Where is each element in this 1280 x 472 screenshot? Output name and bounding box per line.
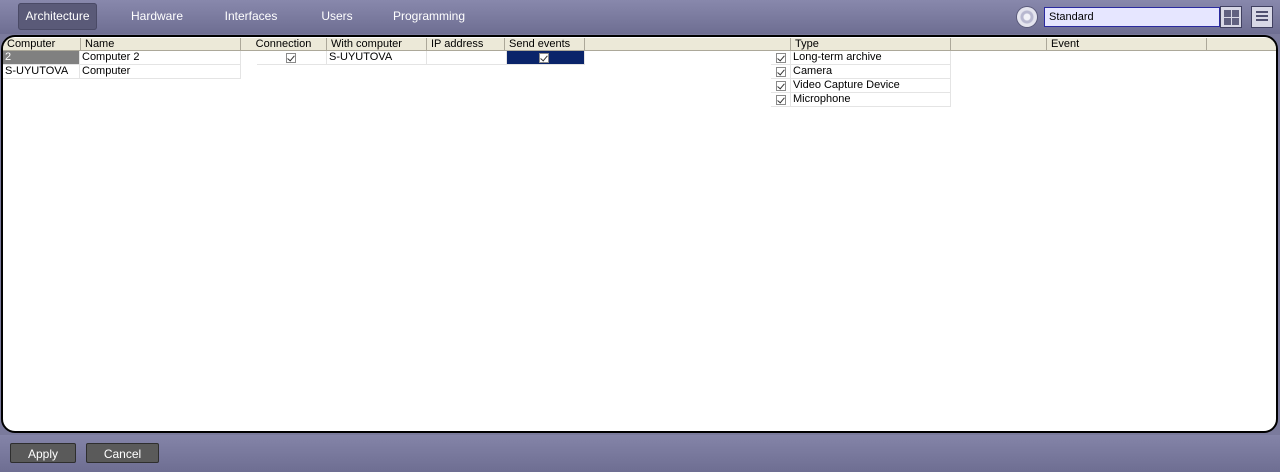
tab-users[interactable]: Users: [312, 3, 362, 30]
tab-programming[interactable]: Programming: [390, 3, 468, 30]
event-checkbox[interactable]: [776, 67, 786, 77]
computer-id-cell[interactable]: 2: [3, 51, 80, 65]
event-check-cell[interactable]: [771, 79, 791, 93]
top-toolbar: Architecture Hardware Interfaces Users P…: [0, 0, 1280, 34]
header-connection[interactable]: Connection: [241, 38, 327, 51]
header-send-events[interactable]: Send events: [505, 38, 585, 51]
header-type[interactable]: Type: [791, 38, 951, 51]
connection-cell[interactable]: [257, 51, 327, 65]
gear-icon[interactable]: [1017, 7, 1037, 27]
event-checkbox[interactable]: [776, 95, 786, 105]
header-with-computer[interactable]: With computer: [327, 38, 427, 51]
event-type-cell[interactable]: Video Capture Device: [791, 79, 951, 93]
computer-name-cell[interactable]: Computer: [80, 65, 241, 79]
header-ip-address[interactable]: IP address: [427, 38, 505, 51]
tab-architecture[interactable]: Architecture: [18, 3, 97, 30]
header-name[interactable]: Name: [81, 38, 241, 51]
architecture-panel: Computer Name 2 Computer 2 S-UYUTOVA Com…: [1, 35, 1278, 433]
grid-icon[interactable]: [1220, 6, 1242, 28]
tab-interfaces[interactable]: Interfaces: [218, 3, 284, 30]
with-computer-cell[interactable]: S-UYUTOVA: [327, 51, 427, 65]
event-check-cell[interactable]: [771, 51, 791, 65]
ip-address-cell[interactable]: [427, 51, 507, 65]
computer-name-cell[interactable]: Computer 2: [80, 51, 241, 65]
event-type-cell[interactable]: Microphone: [791, 93, 951, 107]
send-events-checkbox[interactable]: [539, 53, 549, 63]
header-filler: [1207, 38, 1276, 51]
connection-checkbox[interactable]: [286, 53, 296, 63]
event-checkbox[interactable]: [776, 81, 786, 91]
apply-button[interactable]: Apply: [10, 443, 76, 463]
header-blank: [951, 38, 1047, 51]
header-event[interactable]: Event: [1047, 38, 1207, 51]
tab-hardware[interactable]: Hardware: [124, 3, 190, 30]
event-type-cell[interactable]: Camera: [791, 65, 951, 79]
cancel-button[interactable]: Cancel: [86, 443, 159, 463]
header-spacer: [585, 38, 791, 51]
header-computer[interactable]: Computer: [3, 38, 81, 51]
send-events-cell[interactable]: [507, 51, 585, 65]
computer-id-cell[interactable]: S-UYUTOVA: [3, 65, 80, 79]
event-check-cell[interactable]: [771, 93, 791, 107]
bottom-action-bar: Apply Cancel: [0, 435, 1280, 472]
mode-selector-input[interactable]: [1044, 7, 1220, 27]
event-check-cell[interactable]: [771, 65, 791, 79]
event-checkbox[interactable]: [776, 53, 786, 63]
event-type-cell[interactable]: Long-term archive: [791, 51, 951, 65]
menu-icon[interactable]: [1251, 6, 1273, 28]
